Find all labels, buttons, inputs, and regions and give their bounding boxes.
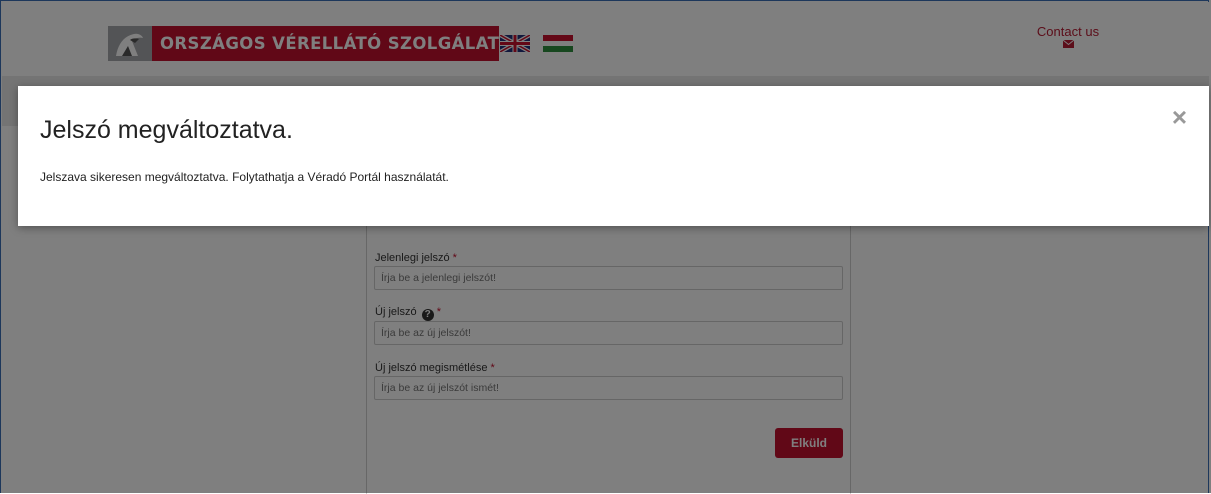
modal-backdrop[interactable]: [0, 0, 1211, 493]
password-changed-dialog: Jelszó megváltoztatva. Jelszava sikerese…: [18, 86, 1209, 226]
close-icon[interactable]: ×: [1172, 104, 1187, 130]
dialog-title: Jelszó megváltoztatva.: [40, 116, 293, 144]
dialog-message: Jelszava sikeresen megváltoztatva. Folyt…: [40, 170, 449, 184]
